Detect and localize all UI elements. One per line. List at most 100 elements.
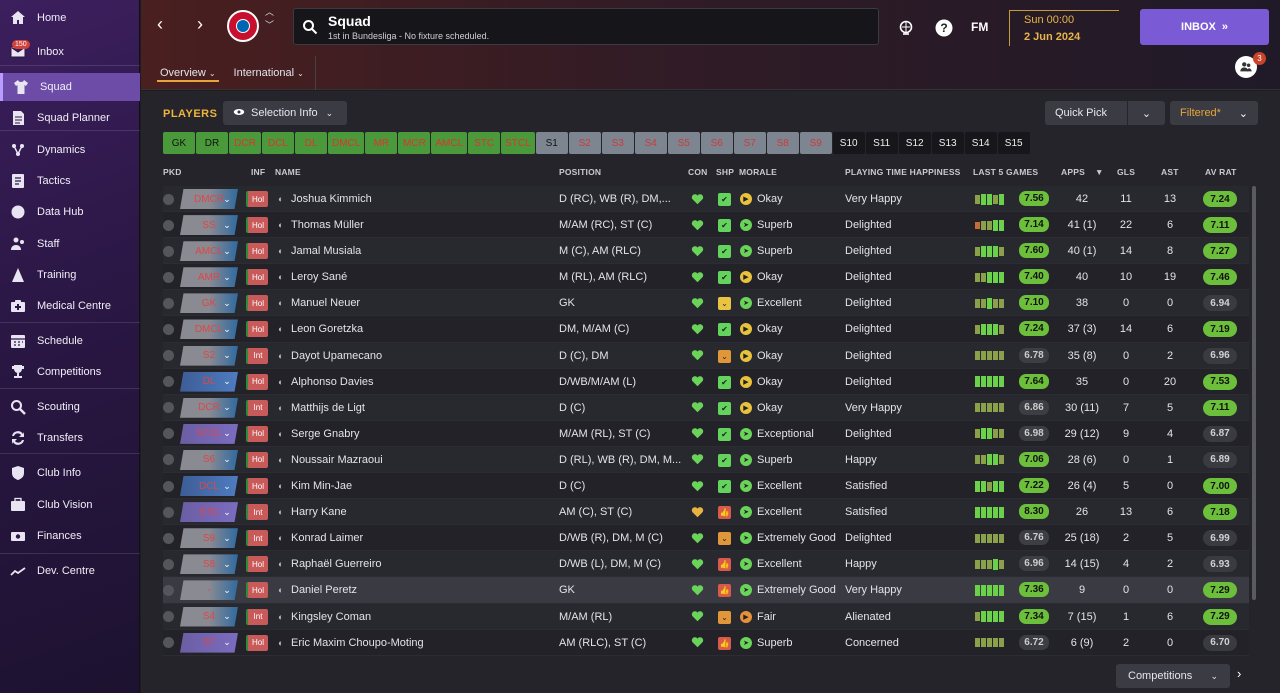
picked-checkbox[interactable] xyxy=(163,290,177,316)
picked-checkbox[interactable] xyxy=(163,343,177,369)
player-name[interactable]: Noussair Mazraoui xyxy=(291,447,561,473)
chevron-down-icon[interactable]: ﹀ xyxy=(265,19,274,32)
quick-pick-dropdown[interactable]: ⌄ xyxy=(1128,101,1165,125)
sidebar-item-tactics[interactable]: Tactics xyxy=(0,167,140,195)
chevron-down-icon[interactable]: ⌄ xyxy=(221,395,233,421)
sidebar-item-staff[interactable]: Staff xyxy=(0,230,140,258)
sidebar-item-schedule[interactable]: Schedule xyxy=(0,327,140,355)
chevron-down-icon[interactable]: ⌄ xyxy=(221,499,233,525)
picked-checkbox[interactable] xyxy=(163,212,177,238)
col-last5[interactable]: LAST 5 GAMES xyxy=(973,167,1038,177)
picked-checkbox[interactable] xyxy=(163,447,177,473)
tab-international[interactable]: International ⌄ xyxy=(225,56,313,90)
filter-stcl[interactable]: STCL xyxy=(501,132,535,154)
table-row[interactable]: DMCL ⌄ Hol ◐ Leon Goretzka DM, M/AM (C) ✔ ▶ Okay… xyxy=(163,316,1249,343)
chevron-down-icon[interactable]: ⌄ xyxy=(221,186,233,212)
table-row[interactable]: STCL ⌄ Hol ◐ Serge Gnabry M/AM (RL), ST (C) ✔ ➤… xyxy=(163,420,1249,447)
table-row[interactable]: S7 ⌄ Hol ◐ Eric Maxim Choupo-Moting AM (RLC),… xyxy=(163,629,1249,656)
col-morale[interactable]: MORALE xyxy=(739,167,777,177)
forward-button[interactable]: › xyxy=(197,14,203,35)
player-name[interactable]: Alphonso Davies xyxy=(291,369,561,395)
sidebar-item-dev-centre[interactable]: Dev. Centre xyxy=(0,557,140,585)
club-crest[interactable] xyxy=(227,10,259,42)
chevron-down-icon[interactable]: ⌄ xyxy=(221,343,233,369)
col-inf[interactable]: INF xyxy=(251,167,265,177)
quick-pick-button[interactable]: Quick Pick xyxy=(1045,101,1127,125)
filter-s14[interactable]: S14 xyxy=(964,132,997,154)
chevron-down-icon[interactable]: ⌄ xyxy=(221,369,233,395)
filter-mcr[interactable]: MCR xyxy=(398,132,431,154)
player-name[interactable]: Konrad Laimer xyxy=(291,525,561,551)
table-row[interactable]: S4 ⌄ Int ◐ Kingsley Coman M/AM (RL) ⌄ ▶ Fair Alie… xyxy=(163,603,1249,630)
filter-s9[interactable]: S9 xyxy=(799,132,832,154)
filter-s12[interactable]: S12 xyxy=(898,132,931,154)
player-name[interactable]: Serge Gnabry xyxy=(291,421,561,447)
sidebar-item-training[interactable]: Training xyxy=(0,261,140,289)
filter-s7[interactable]: S7 xyxy=(733,132,766,154)
player-name[interactable]: Harry Kane xyxy=(291,499,561,525)
player-name[interactable]: Kim Min-Jae xyxy=(291,473,561,499)
filter-s3[interactable]: S3 xyxy=(601,132,634,154)
chevron-down-icon[interactable]: ⌄ xyxy=(221,630,233,656)
col-gls[interactable]: GLS xyxy=(1117,167,1135,177)
chevron-down-icon[interactable]: ⌄ xyxy=(221,212,233,238)
picked-checkbox[interactable] xyxy=(163,630,177,656)
chevron-down-icon[interactable]: ⌄ xyxy=(221,447,233,473)
picked-checkbox[interactable] xyxy=(163,551,177,577)
table-row[interactable]: DL ⌄ Hol ◐ Alphonso Davies D/WB/M/AM (L) ✔ ▶ Oka… xyxy=(163,368,1249,395)
col-apps[interactable]: APPS xyxy=(1061,167,1085,177)
filter-s1[interactable]: S1 xyxy=(535,132,568,154)
picked-checkbox[interactable] xyxy=(163,264,177,290)
col-position[interactable]: POSITION xyxy=(559,167,601,177)
col-ast[interactable]: AST xyxy=(1161,167,1179,177)
player-name[interactable]: Thomas Müller xyxy=(291,212,561,238)
sort-desc-icon[interactable]: ▼ xyxy=(1095,167,1104,177)
chevron-down-icon[interactable]: ⌄ xyxy=(221,604,233,630)
col-con[interactable]: CON xyxy=(688,167,708,177)
chevron-down-icon[interactable]: ⌄ xyxy=(221,525,233,551)
filter-dr[interactable]: DR xyxy=(196,132,228,154)
sidebar-item-inbox[interactable]: 150 Inbox xyxy=(0,38,140,66)
sidebar-item-competitions[interactable]: Competitions xyxy=(0,358,140,386)
picked-checkbox[interactable] xyxy=(163,525,177,551)
table-row[interactable]: SS ⌄ Hol ◐ Thomas Müller M/AM (RC), ST (C) ✔ ➤ S… xyxy=(163,212,1249,239)
table-row[interactable]: AMCL ⌄ Hol ◐ Jamal Musiala M (C), AM (RLC) ✔ ➤ S… xyxy=(163,238,1249,265)
player-name[interactable]: Manuel Neuer xyxy=(291,290,561,316)
player-name[interactable]: Joshua Kimmich xyxy=(291,186,561,212)
tab-overview[interactable]: Overview ⌄ xyxy=(151,56,225,90)
sidebar-item-home[interactable]: Home xyxy=(0,4,140,32)
filter-stc[interactable]: STC xyxy=(468,132,501,154)
table-row[interactable]: GK ⌄ Hol ◐ Manuel Neuer GK ⌄ ➤ Excellent Delighte… xyxy=(163,290,1249,317)
help-icon[interactable]: ? xyxy=(934,18,954,38)
sidebar-item-squad[interactable]: Squad xyxy=(0,73,140,101)
sidebar-item-scouting[interactable]: Scouting xyxy=(0,393,140,421)
col-playing-time[interactable]: PLAYING TIME HAPPINESS xyxy=(845,167,961,177)
chevron-down-icon[interactable]: ⌄ xyxy=(221,264,233,290)
sidebar-item-club-vision[interactable]: Club Vision xyxy=(0,491,140,519)
inbox-continue-button[interactable]: INBOX » xyxy=(1140,9,1269,45)
picked-checkbox[interactable] xyxy=(163,499,177,525)
player-name[interactable]: Dayot Upamecano xyxy=(291,343,561,369)
filter-s5[interactable]: S5 xyxy=(667,132,700,154)
picked-checkbox[interactable] xyxy=(163,369,177,395)
fm-logo[interactable]: FM xyxy=(971,20,988,34)
table-row[interactable]: DMCR ⌄ Hol ◐ Joshua Kimmich D (RC), WB (R), D… xyxy=(163,186,1249,213)
col-pkd[interactable]: PKD xyxy=(163,167,182,177)
world-icon[interactable] xyxy=(896,18,916,38)
picked-checkbox[interactable] xyxy=(163,421,177,447)
filter-s13[interactable]: S13 xyxy=(931,132,964,154)
chevron-down-icon[interactable]: ⌄ xyxy=(221,316,233,342)
chevron-down-icon[interactable]: ⌄ xyxy=(221,577,233,603)
chevron-down-icon[interactable]: ⌄ xyxy=(221,238,233,264)
picked-checkbox[interactable] xyxy=(163,604,177,630)
table-row[interactable]: STC ⌄ Int ◐ Harry Kane AM (C), ST (C) 👍 ➤ Excell… xyxy=(163,499,1249,526)
sidebar-item-data-hub[interactable]: Data Hub xyxy=(0,198,140,226)
table-row[interactable]: S8 ⌄ Hol ◐ Raphaël Guerreiro D/WB (L), DM, M … xyxy=(163,551,1249,578)
picked-checkbox[interactable] xyxy=(163,473,177,499)
player-name[interactable]: Leon Goretzka xyxy=(291,316,561,342)
filter-dl[interactable]: DL xyxy=(295,132,327,154)
picked-checkbox[interactable] xyxy=(163,577,177,603)
table-row[interactable]: - ⌄ Hol ◐ Daniel Peretz GK 👍 ➤ Extremely Good Ver… xyxy=(163,577,1249,604)
table-row[interactable]: S6 ⌄ Hol ◐ Noussair Mazraoui D (RL), WB (R), … xyxy=(163,446,1249,474)
col-name[interactable]: NAME xyxy=(275,167,301,177)
